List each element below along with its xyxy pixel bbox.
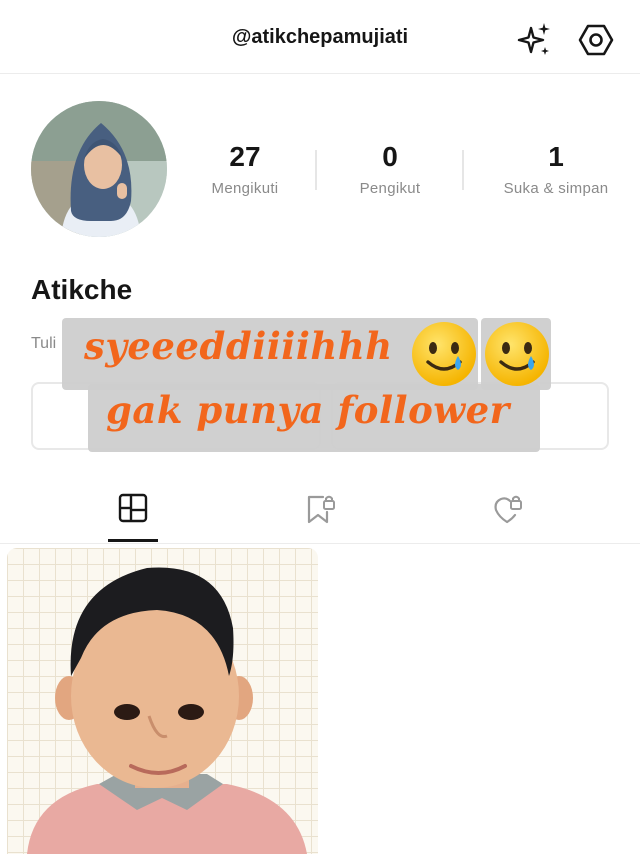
sparkle-icon[interactable] [514,20,554,60]
tab-posts-grid[interactable] [26,470,239,544]
followers-label: Pengikut [359,180,421,197]
likes-saves-label: Suka & simpan [503,180,609,197]
profile-name: Atikche [31,274,133,305]
profile-stats: 27 Mengikuti 0 Pengikut 1 Suka & simpan [170,140,640,210]
active-tab-indicator [108,539,158,542]
profile-bio[interactable]: Tuli [31,335,56,353]
following-count: 27 [229,141,261,172]
profile-avatar[interactable] [31,101,167,237]
likes-saves-count: 1 [548,141,564,172]
profile-tabs [0,470,640,544]
top-bar: @atikchepamujiati [0,0,640,74]
stat-likes-saves[interactable]: 1 Suka & simpan [470,140,640,197]
heart-lock-icon [493,495,522,524]
smiling-face-with-tear-emoji [412,322,476,386]
following-label: Mengikuti [211,180,279,197]
settings-hexagon-icon[interactable] [576,20,616,60]
caption-line-2: gak punya follower [106,388,510,432]
stats-divider [462,150,464,190]
smiling-face-with-tear-emoji [485,322,549,386]
stats-divider [315,150,317,190]
bookmark-lock-icon [307,495,335,524]
grid-icon [118,493,147,523]
tab-liked-locked[interactable] [400,470,613,544]
stat-followers[interactable]: 0 Pengikut [315,140,465,197]
avatar-photo [31,101,167,237]
stat-following[interactable]: 27 Mengikuti [170,140,320,197]
caption-line-1: syeeeddiiiihhh [84,324,393,368]
post-thumbnail[interactable] [7,548,318,854]
followers-count: 0 [382,141,398,172]
child-portrait-photo [27,567,307,854]
tab-saved-locked[interactable] [213,470,426,544]
